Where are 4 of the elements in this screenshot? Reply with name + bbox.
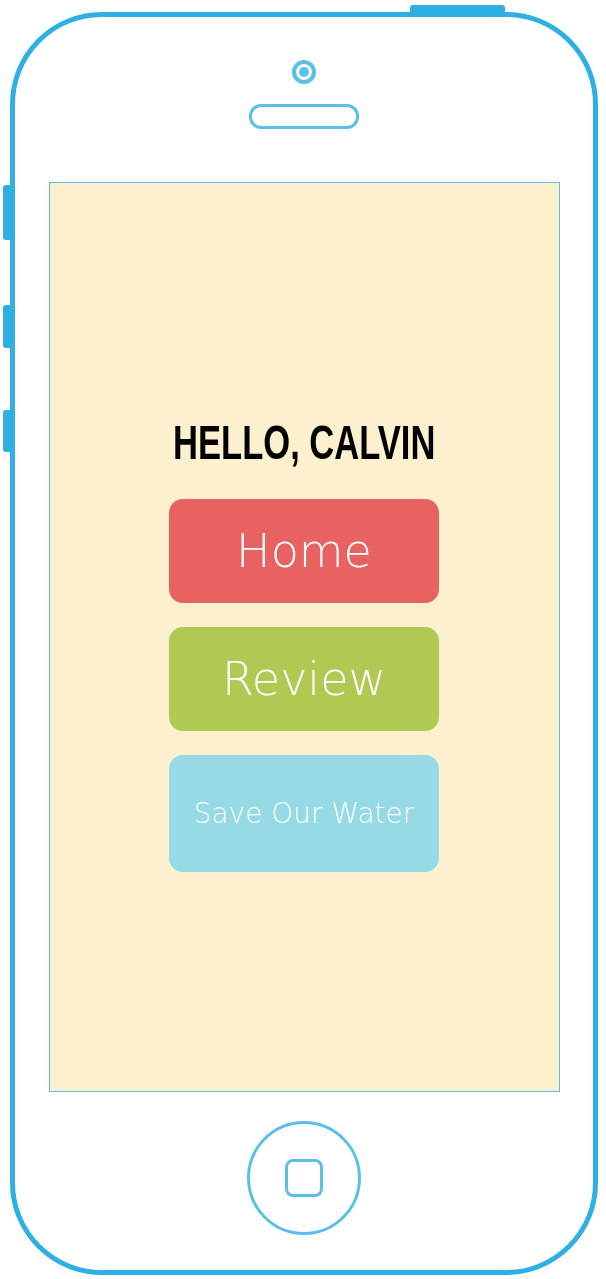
menu-button[interactable]: Review — [169, 627, 439, 731]
greeting-title: HELLO, CALVIN — [172, 415, 436, 471]
menu-button[interactable]: Home — [169, 499, 439, 603]
menu-button[interactable]: Save Our Water — [169, 755, 439, 872]
